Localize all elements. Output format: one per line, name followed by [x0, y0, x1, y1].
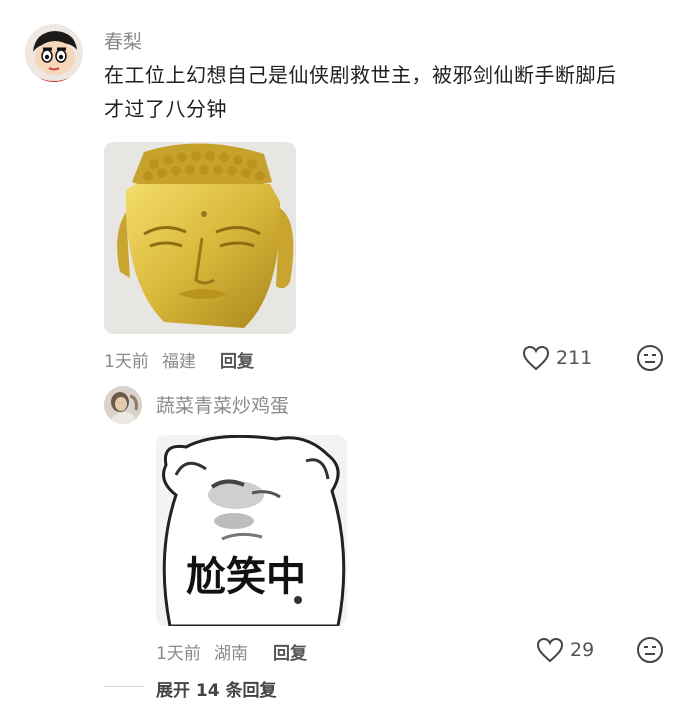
sticker-caption: 尬笑中: [186, 554, 306, 600]
cartoon-avatar-icon: [25, 24, 83, 82]
comment-author[interactable]: 春梨: [104, 27, 142, 54]
expand-divider: [104, 686, 144, 687]
reply-reply-button[interactable]: 回复: [273, 639, 307, 664]
like-icon[interactable]: [522, 345, 550, 371]
emoji-reaction-icon[interactable]: [636, 344, 664, 372]
buddha-sticker-image[interactable]: [104, 142, 296, 334]
expand-replies-button[interactable]: 展开 14 条回复: [156, 676, 277, 701]
reply-like-icon[interactable]: [536, 637, 564, 663]
comment-location: 福建: [162, 352, 196, 372]
comment-time: 1天前: [104, 352, 149, 372]
golden-buddha-head-icon: [104, 142, 296, 334]
reply-author[interactable]: 蔬菜青菜炒鸡蛋: [156, 391, 289, 418]
awkward-smile-sticker-image[interactable]: 尬笑中: [156, 435, 347, 626]
like-count: 211: [556, 347, 593, 369]
avatar[interactable]: [25, 24, 83, 82]
comment-text-line1: 在工位上幻想自己是仙侠剧救世主，被邪剑仙断手断脚后: [104, 63, 617, 87]
reply-avatar[interactable]: [104, 386, 142, 424]
reply-like-count: 29: [570, 639, 595, 661]
reply-button[interactable]: 回复: [220, 347, 254, 372]
reply-time: 1天前: [156, 644, 201, 664]
reply-location: 湖南: [214, 644, 248, 664]
bear-meme-face-icon: 尬笑中: [156, 435, 347, 626]
photo-avatar-icon: [104, 386, 142, 424]
reply-emoji-reaction-icon[interactable]: [636, 636, 664, 664]
comment-text-line2: 才过了八分钟: [104, 97, 227, 121]
